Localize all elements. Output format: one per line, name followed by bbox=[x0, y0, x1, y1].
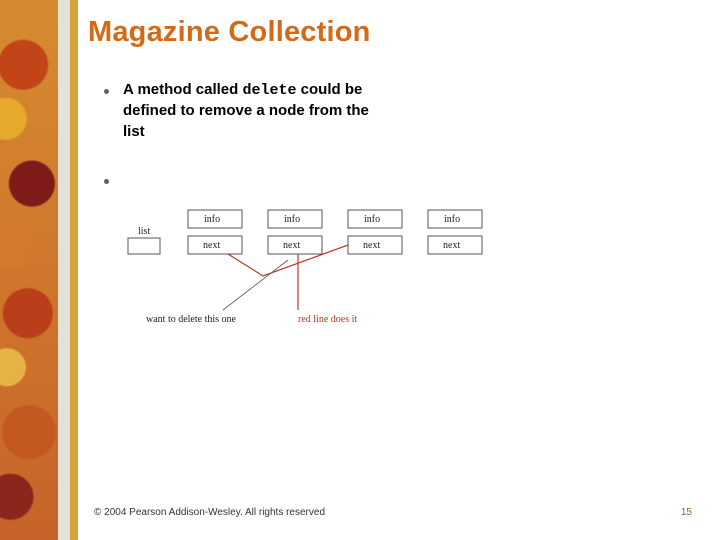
node-4: info next bbox=[428, 210, 482, 254]
slide: Magazine Collection A method called dele… bbox=[0, 0, 720, 540]
leaves-band bbox=[0, 0, 58, 540]
node-1: info next bbox=[188, 210, 242, 254]
left-decoration bbox=[0, 0, 78, 540]
cream-stripe bbox=[58, 0, 70, 540]
bullet-2 bbox=[104, 170, 680, 184]
node-3: info next bbox=[348, 210, 402, 254]
diagram-caption-red: red line does it bbox=[298, 314, 357, 325]
slide-title: Magazine Collection bbox=[88, 16, 371, 49]
node-3-next: next bbox=[363, 240, 380, 251]
gold-stripe bbox=[70, 0, 78, 540]
node-1-next: next bbox=[203, 240, 220, 251]
node-1-info: info bbox=[204, 214, 220, 225]
node-4-next: next bbox=[443, 240, 460, 251]
linked-list-diagram: list info next info next info next bbox=[128, 210, 528, 340]
bullet-1: A method called delete could be defined … bbox=[104, 80, 680, 142]
bullet-dot-icon bbox=[104, 179, 109, 184]
bullet-1-text: A method called delete could be defined … bbox=[123, 80, 373, 142]
node-4-info: info bbox=[444, 214, 460, 225]
node-2: info next bbox=[268, 210, 322, 254]
page-number: 15 bbox=[681, 507, 692, 518]
bullet-dot-icon bbox=[104, 89, 109, 94]
diagram-caption-black: want to delete this one bbox=[146, 314, 237, 325]
node-3-info: info bbox=[364, 214, 380, 225]
slide-footer: © 2004 Pearson Addison-Wesley. All right… bbox=[94, 507, 325, 518]
node-2-info: info bbox=[284, 214, 300, 225]
slide-body: A method called delete could be defined … bbox=[104, 80, 680, 202]
bullet-1-code: delete bbox=[242, 82, 296, 99]
diagram-list-label: list bbox=[138, 226, 150, 237]
caption-connector bbox=[223, 260, 288, 310]
bullet-1-pre: A method called bbox=[123, 81, 242, 98]
node-2-next: next bbox=[283, 240, 300, 251]
